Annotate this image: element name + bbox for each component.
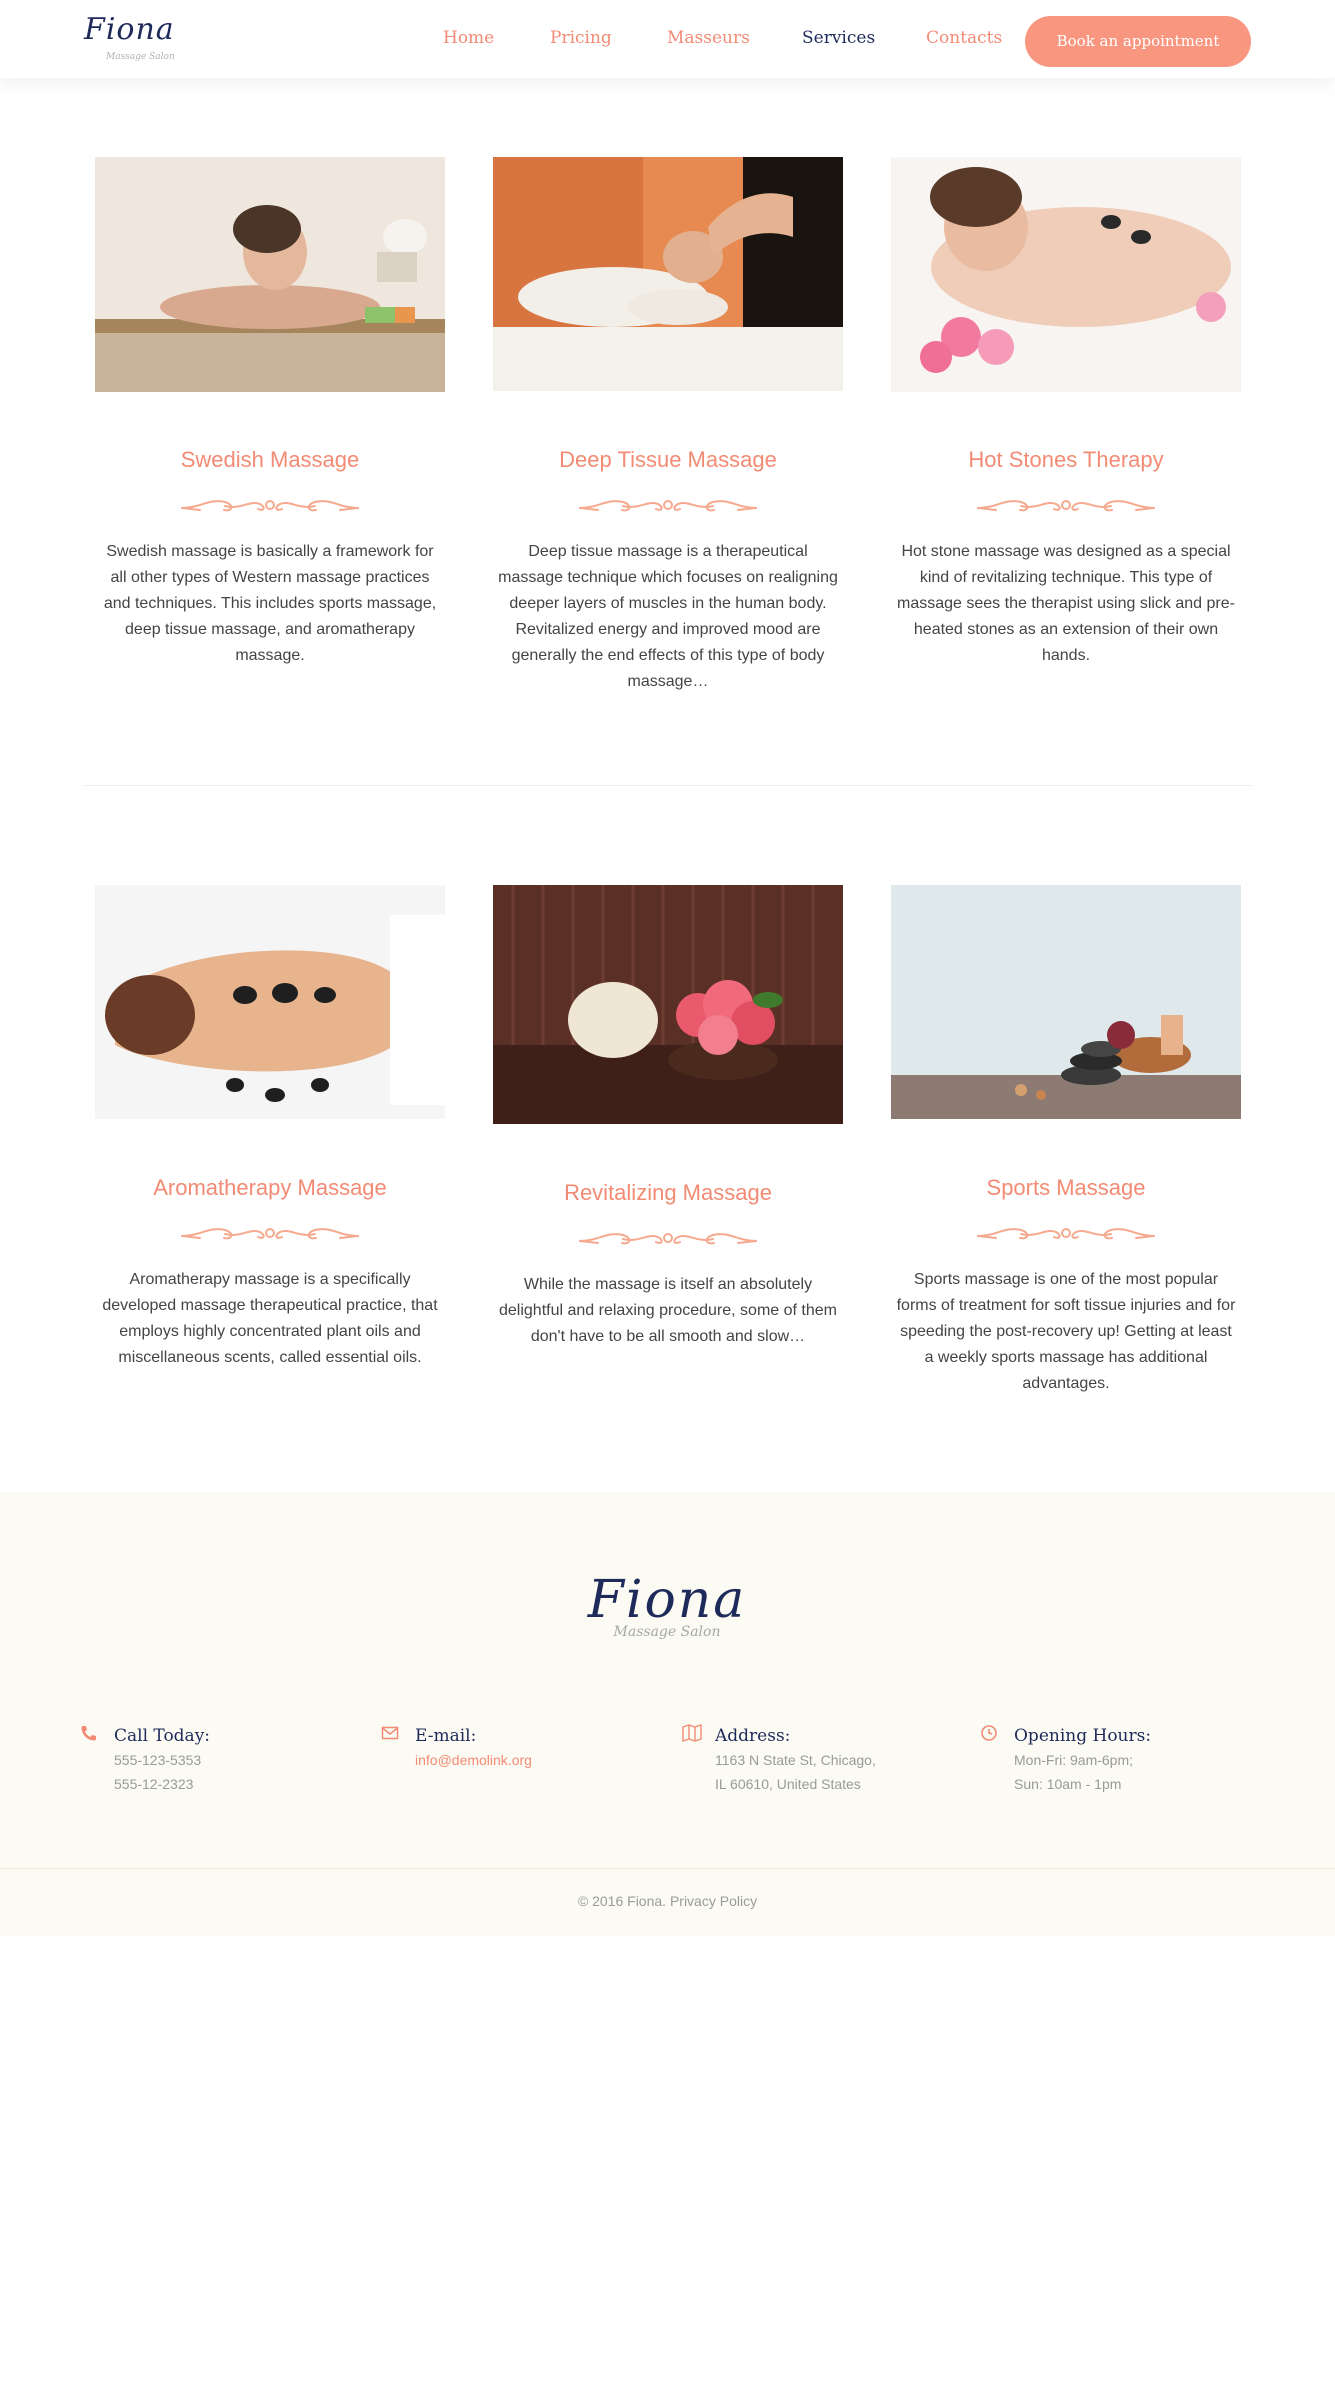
envelope-icon xyxy=(381,1726,399,1740)
hours-title: Opening Hours: xyxy=(1014,1726,1152,1746)
service-description: Aromatherapy massage is a specifically d… xyxy=(102,1271,438,1366)
aromatherapy-massage-image[interactable] xyxy=(95,885,445,1119)
ornament-divider xyxy=(976,494,1156,516)
hours-weekdays: Mon-Fri: 9am-6pm; xyxy=(1014,1752,1134,1768)
service-card-swedish: Swedish Massage Swedish massage is basic… xyxy=(95,157,445,717)
service-title[interactable]: Revitalizing Massage xyxy=(493,1180,843,1206)
service-description: Hot stone massage was designed as a spec… xyxy=(897,543,1235,664)
phone-1[interactable]: 555-123-5353 xyxy=(114,1752,201,1768)
ornament-divider xyxy=(976,1222,1156,1244)
logo[interactable]: Fiona Massage Salon xyxy=(84,12,194,66)
phone-2[interactable]: 555-12-2323 xyxy=(114,1776,193,1792)
clock-icon xyxy=(981,1725,997,1741)
address-title: Address: xyxy=(715,1726,791,1746)
logo-text: Fiona xyxy=(84,12,175,47)
ornament-divider xyxy=(180,494,360,516)
phone-icon xyxy=(81,1726,96,1741)
email-title: E-mail: xyxy=(415,1726,477,1746)
service-description: Deep tissue massage is a therapeutical m… xyxy=(498,543,838,690)
book-appointment-button[interactable]: Book an appointment xyxy=(1025,16,1251,67)
service-description: Swedish massage is basically a framework… xyxy=(103,543,437,664)
footer-bottom-bar: © 2016 Fiona. Privacy Policy xyxy=(0,1868,1335,1936)
nav-contacts[interactable]: Contacts xyxy=(926,28,1002,48)
service-description: While the massage is itself an absolutel… xyxy=(499,1276,837,1345)
nav-services[interactable]: Services xyxy=(802,28,875,48)
footer-logo[interactable]: Fiona Massage Salon xyxy=(577,1570,757,1660)
ornament-divider xyxy=(578,494,758,516)
address-line-2: IL 60610, United States xyxy=(715,1776,861,1792)
service-title[interactable]: Hot Stones Therapy xyxy=(891,447,1241,473)
copyright-text[interactable]: © 2016 Fiona. Privacy Policy xyxy=(0,1893,1335,1909)
service-title[interactable]: Aromatherapy Massage xyxy=(95,1175,445,1201)
nav-pricing[interactable]: Pricing xyxy=(550,28,612,48)
footer-logo-text: Fiona xyxy=(587,1570,747,1630)
ornament-divider xyxy=(180,1222,360,1244)
sports-massage-image[interactable] xyxy=(891,885,1241,1119)
call-title: Call Today: xyxy=(114,1726,211,1746)
swedish-massage-image[interactable] xyxy=(95,157,445,392)
section-divider xyxy=(84,785,1252,786)
service-card-aromatherapy: Aromatherapy Massage Aromatherapy massag… xyxy=(95,885,445,1405)
logo-subtitle: Massage Salon xyxy=(106,52,175,62)
address-line-1: 1163 N State St, Chicago, xyxy=(715,1752,876,1768)
site-header: Fiona Massage Salon Home Pricing Masseur… xyxy=(0,0,1335,78)
service-card-revitalizing: Revitalizing Massage While the massage i… xyxy=(493,885,843,1405)
service-title[interactable]: Sports Massage xyxy=(891,1175,1241,1201)
service-title[interactable]: Swedish Massage xyxy=(95,447,445,473)
revitalizing-massage-image[interactable] xyxy=(493,885,843,1124)
service-description: Sports massage is one of the most popula… xyxy=(896,1271,1236,1392)
ornament-divider xyxy=(578,1227,758,1249)
nav-home[interactable]: Home xyxy=(443,28,494,48)
hours-sunday: Sun: 10am - 1pm xyxy=(1014,1776,1122,1792)
service-title[interactable]: Deep Tissue Massage xyxy=(493,447,843,473)
nav-masseurs[interactable]: Masseurs xyxy=(667,28,750,48)
service-card-hot-stones: Hot Stones Therapy Hot stone massage was… xyxy=(891,157,1241,717)
deep-tissue-massage-image[interactable] xyxy=(493,157,843,391)
email-link[interactable]: info@demolink.org xyxy=(415,1752,532,1768)
service-card-sports: Sports Massage Sports massage is one of … xyxy=(891,885,1241,1405)
hot-stones-therapy-image[interactable] xyxy=(891,157,1241,392)
map-icon xyxy=(682,1724,702,1742)
service-card-deep-tissue: Deep Tissue Massage Deep tissue massage … xyxy=(493,157,843,717)
